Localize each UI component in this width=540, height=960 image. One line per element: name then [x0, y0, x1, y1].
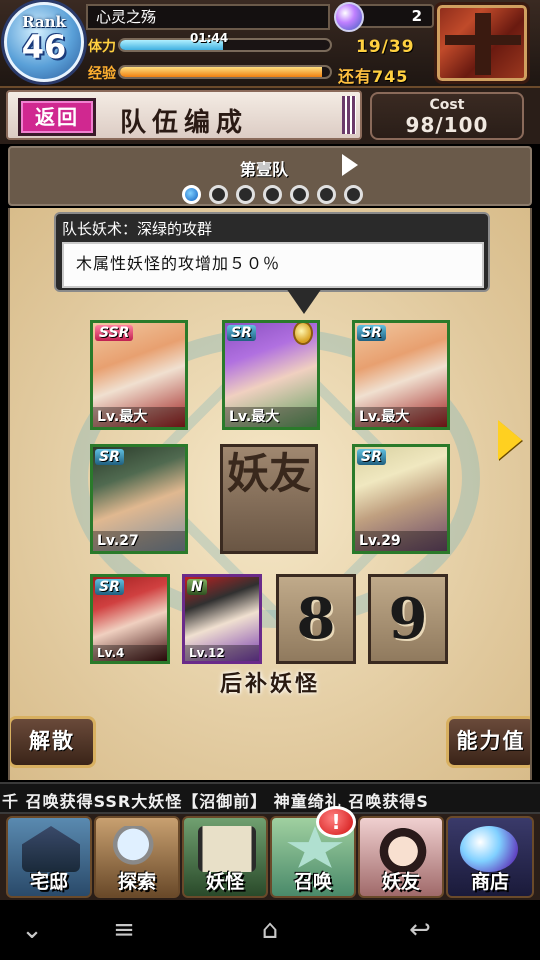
nav-yokai-label: 妖怪	[205, 871, 244, 893]
rarity-badge: SR	[357, 449, 386, 465]
exp-remaining: 还有745	[338, 63, 408, 87]
card-level: Lv.4	[93, 645, 167, 661]
team-dot[interactable]	[263, 185, 282, 204]
back-button[interactable]: 返回	[18, 98, 96, 136]
nav-friends-label: 妖友	[381, 871, 420, 893]
exp-label: 经验	[88, 66, 116, 82]
nav-home[interactable]: 宅邸	[6, 816, 92, 898]
rarity-badge: SR	[227, 325, 256, 341]
rarity-badge: N	[187, 579, 207, 595]
scroll-icon	[198, 826, 256, 872]
yokai-card-back-1[interactable]: SR Lv.27	[90, 444, 188, 554]
rarity-badge: SR	[95, 579, 124, 595]
leader-skill-description: 木属性妖怪的攻增加５０％	[62, 242, 484, 288]
back-icon[interactable]: ↩	[402, 914, 438, 946]
nav-home-label: 宅邸	[29, 871, 68, 893]
next-page-arrow-icon[interactable]	[498, 420, 522, 460]
treasure-chest-icon[interactable]	[434, 2, 530, 84]
yokai-card-front-2[interactable]: SR Lv.最大	[222, 320, 320, 430]
reserve-label: 后补妖怪	[220, 671, 321, 697]
reserve-card-1[interactable]: SR Lv.4	[90, 574, 170, 664]
house-icon	[22, 826, 80, 872]
summon-notification-badge: !	[316, 806, 356, 838]
home-icon[interactable]: ⌂	[252, 914, 288, 946]
team-name: 第壹队	[240, 160, 289, 179]
nav-explore[interactable]: 探索	[94, 816, 180, 898]
magnifier-icon	[110, 826, 168, 872]
cost-label: Cost	[429, 97, 465, 113]
title-plate: 返回 队伍编成	[6, 90, 362, 140]
rank-value: 46	[21, 28, 67, 66]
system-nav-bar: ⌄ ≡ ⌂ ↩	[0, 900, 540, 960]
leader-skill-title: 队长妖术：深绿的攻群	[62, 220, 213, 238]
exp-remaining-label: 还有	[338, 67, 373, 86]
chevron-down-icon[interactable]: ⌄	[14, 914, 50, 946]
menu-icon[interactable]: ≡	[106, 914, 142, 946]
exp-bar-fill	[120, 67, 322, 77]
team-dot[interactable]	[182, 185, 201, 204]
friend-slot[interactable]: 妖友	[220, 444, 318, 554]
rarity-badge: SR	[357, 325, 386, 341]
title-bar: 返回 队伍编成 Cost 98/100	[0, 88, 540, 144]
nav-summon-label: 召唤	[293, 871, 332, 893]
fox-girl-icon	[374, 826, 432, 872]
stamina-label: 体力	[88, 39, 116, 55]
disband-button[interactable]: 解散	[10, 716, 96, 768]
leader-skill-box: 队长妖术：深绿的攻群 木属性妖怪的攻增加５０％	[54, 212, 490, 292]
status-header: Rank 46 心灵之殇 体力 01:44 经验 2 19/39 还有745	[0, 0, 540, 88]
player-name: 心灵之殇	[86, 4, 330, 30]
news-ticker: 千 召唤获得SSR大妖怪【沼御前】 神童绮礼 召唤获得S	[0, 782, 540, 814]
rarity-badge: SSR	[95, 325, 134, 341]
card-level: Lv.最大	[93, 407, 185, 427]
team-dot[interactable]	[290, 185, 309, 204]
rarity-badge: SR	[95, 449, 124, 465]
leader-medal-icon	[293, 323, 313, 345]
team-dot[interactable]	[236, 185, 255, 204]
nav-yokai[interactable]: 妖怪	[182, 816, 268, 898]
reserve-slot-9[interactable]: 9	[368, 574, 448, 664]
cost-value: 98/100	[405, 113, 489, 137]
team-dot[interactable]	[317, 185, 336, 204]
yokai-card-back-3[interactable]: SR Lv.29	[352, 444, 450, 554]
next-team-arrow-icon[interactable]	[342, 154, 358, 176]
nav-shop[interactable]: 商店	[446, 816, 534, 898]
spirit-orb-icon	[460, 826, 518, 872]
yokai-card-front-1[interactable]: SSR Lv.最大	[90, 320, 188, 430]
card-level: Lv.最大	[355, 407, 447, 427]
bottom-nav: 宅邸 探索 妖怪 召唤 妖友 商店	[0, 814, 540, 900]
yokai-card-front-3[interactable]: SR Lv.最大	[352, 320, 450, 430]
reserve-slot-8[interactable]: 8	[276, 574, 356, 664]
reserve-card-2[interactable]: N Lv.12	[182, 574, 262, 664]
stamina-timer: 01:44	[190, 31, 229, 45]
gem-counter[interactable]: 2	[334, 2, 434, 32]
formation-area: 队长妖术：深绿的攻群 木属性妖怪的攻增加５０％ SSR Lv.最大 SR Lv.…	[8, 208, 532, 780]
spirit-gem-icon	[334, 2, 364, 32]
page-title: 队伍编成	[120, 108, 249, 138]
ticker-text: 千 召唤获得SSR大妖怪【沼御前】 神童绮礼 召唤获得S	[2, 792, 429, 811]
team-dot[interactable]	[209, 185, 228, 204]
exp-remaining-value: 745	[372, 67, 409, 86]
team-selector: 第壹队	[8, 146, 532, 206]
card-level: Lv.最大	[225, 407, 317, 427]
card-level: Lv.12	[185, 645, 259, 661]
team-dot[interactable]	[344, 185, 363, 204]
cost-display: Cost 98/100	[370, 92, 524, 140]
gem-count: 2	[411, 7, 422, 25]
card-level: Lv.27	[93, 531, 185, 551]
nav-shop-label: 商店	[470, 871, 509, 893]
friend-slot-label: 妖友	[226, 449, 311, 498]
stamina-value: 19/39	[356, 37, 415, 57]
rank-badge: Rank 46	[4, 2, 84, 82]
nav-friends[interactable]: 妖友	[358, 816, 444, 898]
nav-explore-label: 探索	[117, 871, 156, 893]
leader-pointer	[286, 288, 322, 314]
exp-bar	[118, 65, 332, 79]
card-level: Lv.29	[355, 531, 447, 551]
stats-button[interactable]: 能力值	[446, 716, 530, 768]
team-page-dots	[182, 185, 363, 204]
